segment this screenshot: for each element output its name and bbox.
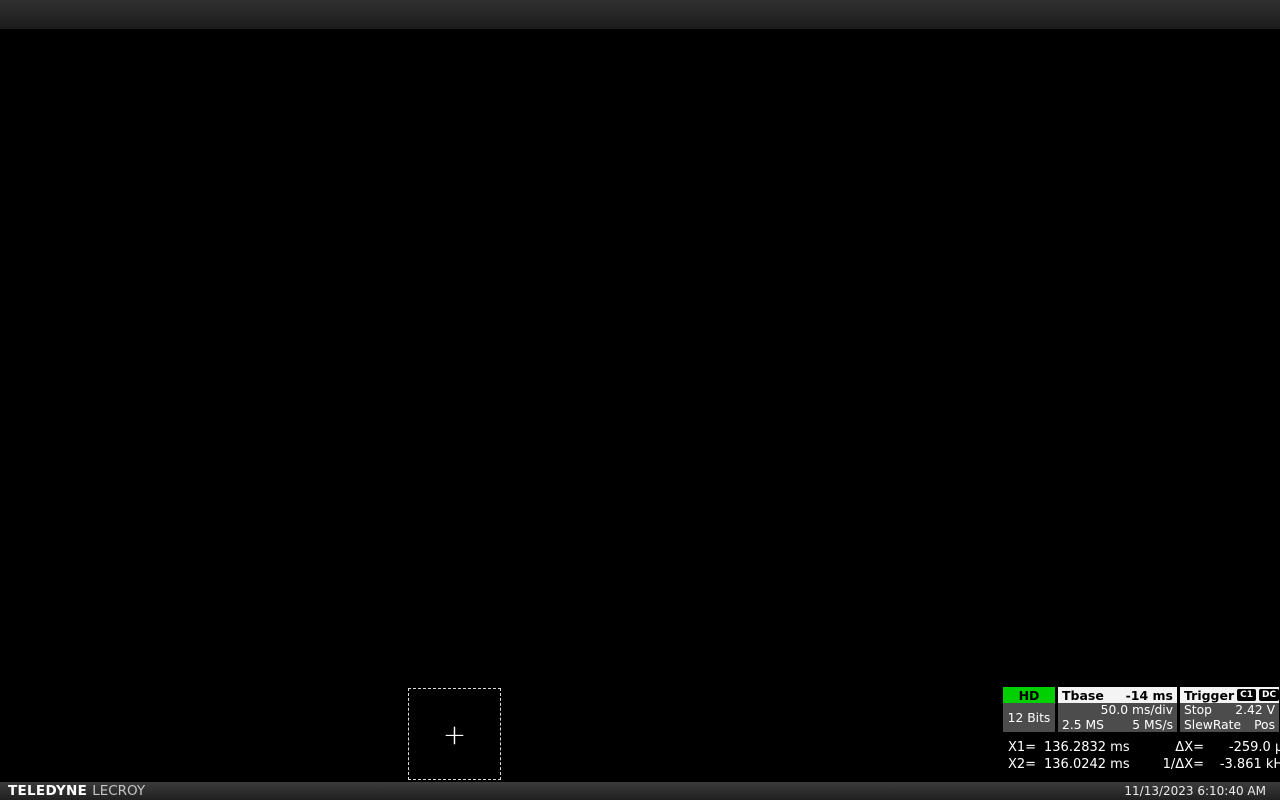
plus-icon: +: [443, 718, 466, 751]
status-bar: TELEDYNE LECROY 11/13/2023 6:10:40 AM: [0, 782, 1280, 800]
invdx-label: 1/ΔX=: [1152, 756, 1212, 773]
x2-label: X2=: [1008, 756, 1044, 773]
x2-value: 136.0242 ms: [1044, 756, 1152, 773]
trigger-source-badge: C1: [1237, 689, 1256, 701]
tbase-offset: -14 ms: [1126, 688, 1173, 703]
trigger-level: 2.42 V: [1235, 703, 1275, 717]
datetime: 11/13/2023 6:10:40 AM: [1124, 784, 1266, 798]
hd-bits: 12 Bits: [1008, 711, 1051, 725]
trigger-type: SlewRate: [1184, 718, 1241, 732]
hd-mode-box[interactable]: HD 12 Bits: [1003, 687, 1055, 732]
timebase-summary-box[interactable]: Tbase -14 ms 50.0 ms/div 2.5 MS 5 MS/s: [1058, 687, 1177, 732]
menu-bar: [0, 0, 1280, 30]
trigger-title: Trigger: [1184, 688, 1234, 703]
add-trace-box[interactable]: +: [408, 688, 501, 780]
cursor-readout: X1= 136.2832 ms ΔX= -259.0 µs X2= 136.02…: [1008, 739, 1280, 773]
brand-lecroy: LECROY: [92, 783, 145, 799]
dx-value: -259.0 µs: [1212, 739, 1280, 756]
brand-teledyne: TELEDYNE: [8, 783, 87, 799]
hd-title: HD: [1019, 688, 1040, 703]
tbase-title: Tbase: [1062, 688, 1104, 703]
tbase-scale: 50.0 ms/div: [1101, 703, 1173, 717]
trigger-summary-box[interactable]: Trigger C1 DC Stop 2.42 V SlewRate Pos: [1180, 687, 1279, 732]
tbase-rate: 5 MS/s: [1132, 718, 1173, 732]
trigger-slope: Pos: [1254, 718, 1275, 732]
trigger-coupling-badge: DC: [1259, 689, 1279, 701]
trigger-mode: Stop: [1184, 703, 1212, 717]
x1-value: 136.2832 ms: [1044, 739, 1152, 756]
x1-label: X1=: [1008, 739, 1044, 756]
tbase-samples: 2.5 MS: [1062, 718, 1104, 732]
dx-label: ΔX=: [1152, 739, 1212, 756]
oscilloscope-screen: + HD 12 Bits Tbase -14 ms 50.0 ms/div 2.…: [0, 0, 1280, 800]
waveform-display[interactable]: [0, 30, 1280, 686]
invdx-value: -3.861 kHz: [1212, 756, 1280, 773]
